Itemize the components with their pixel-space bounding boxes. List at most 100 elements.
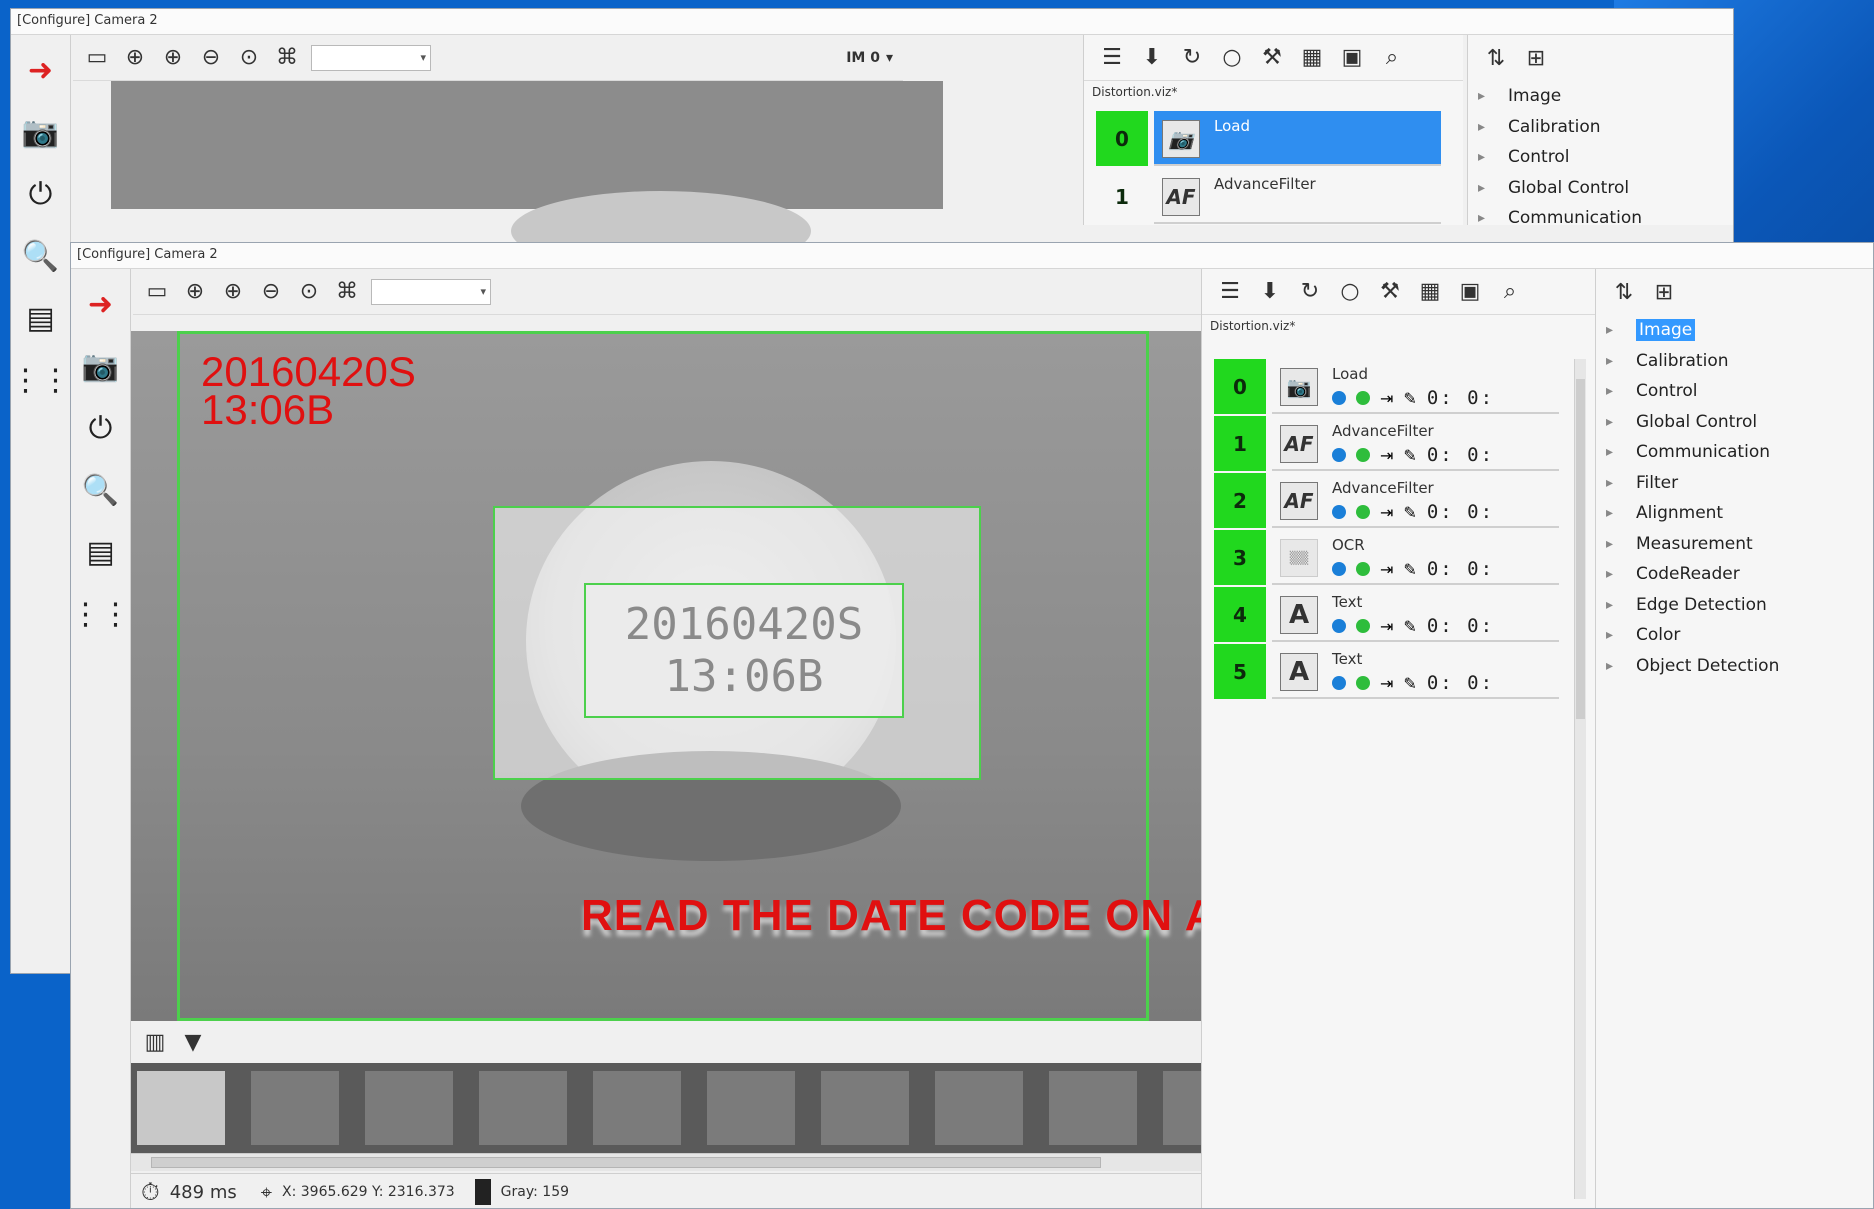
zoom-out-icon[interactable]: ⊖ xyxy=(197,44,225,72)
save-icon[interactable]: ▦ xyxy=(1298,44,1326,72)
sort-icon[interactable]: ⇅ xyxy=(1610,278,1638,306)
edit-icon[interactable]: ✎ xyxy=(1403,674,1416,693)
pin-icon[interactable]: ⇥ xyxy=(1380,389,1393,408)
histogram-icon[interactable]: ▤ xyxy=(80,531,122,573)
power-icon[interactable]: ⏻ xyxy=(80,407,122,449)
scene-icon[interactable]: ⌘ xyxy=(333,278,361,306)
exit-icon[interactable]: ➜ xyxy=(80,283,122,325)
save-icon[interactable]: ▦ xyxy=(1416,278,1444,306)
refresh-icon[interactable]: ↻ xyxy=(1178,44,1206,72)
zoom-actual-icon[interactable]: ⊙ xyxy=(295,278,323,306)
tool-row[interactable]: 3 ▒▒ OCR ⇥ ✎ 0: 0: xyxy=(1214,530,1559,585)
zoom-in-icon[interactable]: ⊕ xyxy=(159,44,187,72)
thumbnail[interactable] xyxy=(935,1071,1023,1145)
back-image-viewer[interactable] xyxy=(111,81,943,271)
thumbnail[interactable] xyxy=(707,1071,795,1145)
disk-icon[interactable]: ▣ xyxy=(1338,44,1366,72)
thumbnail[interactable] xyxy=(821,1071,909,1145)
info-icon[interactable] xyxy=(1332,391,1346,405)
grid-icon[interactable]: ⋮⋮ xyxy=(71,593,131,635)
inspect-icon[interactable]: 🔍 xyxy=(80,469,122,511)
inspect-icon[interactable]: 🔍 xyxy=(20,235,62,277)
filmstrip-scrollbar[interactable] xyxy=(131,1153,1261,1171)
list-icon[interactable]: ☰ xyxy=(1098,44,1126,72)
thumbnail[interactable] xyxy=(137,1071,225,1145)
monitor-icon[interactable]: ▭ xyxy=(83,44,111,72)
ocr-region[interactable]: 20160420S 13:06B xyxy=(584,583,904,718)
tools-icon[interactable]: ⚒ xyxy=(1258,44,1286,72)
image-select[interactable]: IM 0 ▾ xyxy=(846,50,893,66)
category-item-color[interactable]: ▸ Color xyxy=(1596,620,1873,651)
edit-icon[interactable]: ✎ xyxy=(1403,503,1416,522)
pin-icon[interactable]: ⇥ xyxy=(1380,617,1393,636)
category-item-communication[interactable]: ▸ Communication xyxy=(1596,437,1873,468)
filmstrip-icon[interactable]: ▥ xyxy=(141,1028,169,1056)
tool-list-scrollbar[interactable] xyxy=(1574,359,1586,1199)
histogram-icon[interactable]: ▤ xyxy=(20,297,62,339)
tool-row[interactable]: 2 AF AdvanceFilter ⇥ ✎ 0: 0: xyxy=(1214,473,1559,528)
zoom-fit-icon[interactable]: ⊕ xyxy=(181,278,209,306)
category-item[interactable]: ▸ Control xyxy=(1468,142,1733,173)
category-item-global-control[interactable]: ▸ Global Control xyxy=(1596,407,1873,438)
circle-icon[interactable]: ○ xyxy=(1218,44,1246,72)
category-item[interactable]: ▸ Global Control xyxy=(1468,173,1733,204)
tools-icon[interactable]: ⚒ xyxy=(1376,278,1404,306)
list-icon[interactable]: ☰ xyxy=(1216,278,1244,306)
monitor-icon[interactable]: ▭ xyxy=(143,278,171,306)
tool-row[interactable]: 0 📷 Load xyxy=(1096,111,1441,166)
circle-icon[interactable]: ○ xyxy=(1336,278,1364,306)
edit-icon[interactable]: ✎ xyxy=(1403,446,1416,465)
search-doc-icon[interactable]: ⌕ xyxy=(1378,44,1406,72)
thumbnail[interactable] xyxy=(365,1071,453,1145)
info-icon[interactable] xyxy=(1332,505,1346,519)
download-icon[interactable]: ⬇ xyxy=(1256,278,1284,306)
view-select[interactable]: ▾ xyxy=(371,278,491,305)
edit-icon[interactable]: ✎ xyxy=(1403,617,1416,636)
category-item-control[interactable]: ▸ Control xyxy=(1596,376,1873,407)
zoom-out-icon[interactable]: ⊖ xyxy=(257,278,285,306)
tool-row[interactable]: 5 A Text ⇥ ✎ 0: 0: xyxy=(1214,644,1559,699)
view-select[interactable]: ▾ xyxy=(311,44,431,71)
camera-icon[interactable]: 📷 xyxy=(80,345,122,387)
scrollbar-thumb[interactable] xyxy=(151,1157,1101,1168)
zoom-fit-icon[interactable]: ⊕ xyxy=(121,44,149,72)
search-doc-icon[interactable]: ⌕ xyxy=(1496,278,1524,306)
info-icon[interactable] xyxy=(1332,619,1346,633)
category-item[interactable]: ▸ Calibration xyxy=(1468,112,1733,143)
chevron-down-icon[interactable]: ▼ xyxy=(179,1028,207,1056)
category-item-filter[interactable]: ▸ Filter xyxy=(1596,468,1873,499)
category-item-image[interactable]: ▸ Image xyxy=(1596,315,1873,346)
zoom-in-icon[interactable]: ⊕ xyxy=(219,278,247,306)
category-item-measurement[interactable]: ▸ Measurement xyxy=(1596,529,1873,560)
category-item-edge-detection[interactable]: ▸ Edge Detection xyxy=(1596,590,1873,621)
edit-icon[interactable]: ✎ xyxy=(1403,560,1416,579)
scene-icon[interactable]: ⌘ xyxy=(273,44,301,72)
category-item[interactable]: ▸ Communication xyxy=(1468,203,1733,234)
thumbnail[interactable] xyxy=(593,1071,681,1145)
grid-icon[interactable]: ⋮⋮ xyxy=(11,359,71,401)
pin-icon[interactable]: ⇥ xyxy=(1380,674,1393,693)
thumbnail[interactable] xyxy=(479,1071,567,1145)
pin-icon[interactable]: ⇥ xyxy=(1380,560,1393,579)
thumbnail[interactable] xyxy=(1049,1071,1137,1145)
download-icon[interactable]: ⬇ xyxy=(1138,44,1166,72)
info-icon[interactable] xyxy=(1332,448,1346,462)
category-item-alignment[interactable]: ▸ Alignment xyxy=(1596,498,1873,529)
info-icon[interactable] xyxy=(1332,676,1346,690)
edit-icon[interactable]: ✎ xyxy=(1403,389,1416,408)
scrollbar-thumb[interactable] xyxy=(1576,379,1585,719)
tool-row[interactable]: 4 A Text ⇥ ✎ 0: 0: xyxy=(1214,587,1559,642)
pin-icon[interactable]: ⇥ xyxy=(1380,446,1393,465)
category-item[interactable]: ▸ Image xyxy=(1468,81,1733,112)
expand-icon[interactable]: ⊞ xyxy=(1522,44,1550,72)
sort-icon[interactable]: ⇅ xyxy=(1482,44,1510,72)
pin-icon[interactable]: ⇥ xyxy=(1380,503,1393,522)
power-icon[interactable]: ⏻ xyxy=(20,173,62,215)
category-item-object-detection[interactable]: ▸ Object Detection xyxy=(1596,651,1873,682)
refresh-icon[interactable]: ↻ xyxy=(1296,278,1324,306)
info-icon[interactable] xyxy=(1332,562,1346,576)
tool-row[interactable]: 1 AF AdvanceFilter xyxy=(1096,169,1441,224)
category-item-codereader[interactable]: ▸ CodeReader xyxy=(1596,559,1873,590)
thumbnail[interactable] xyxy=(251,1071,339,1145)
camera-icon[interactable]: 📷 xyxy=(20,111,62,153)
